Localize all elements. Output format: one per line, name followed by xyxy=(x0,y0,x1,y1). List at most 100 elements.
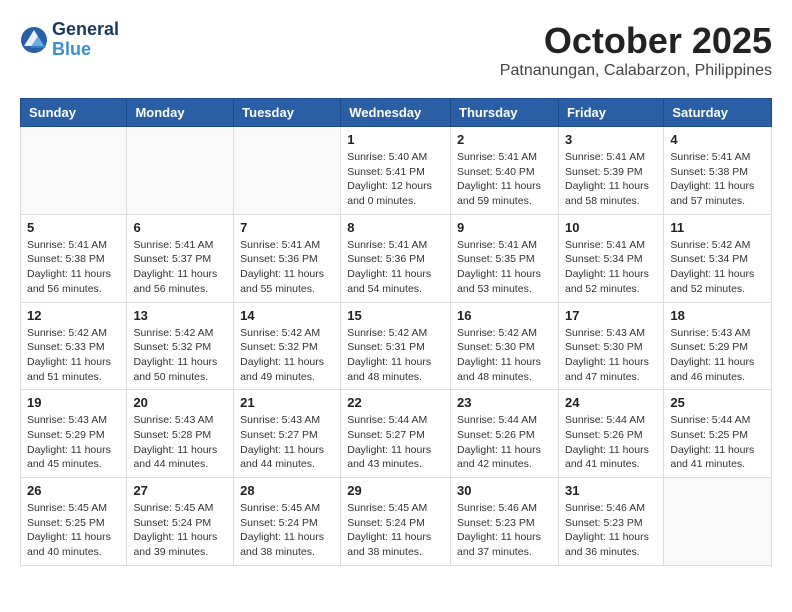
day-number: 20 xyxy=(133,395,227,410)
day-info: Sunrise: 5:41 AM Sunset: 5:40 PM Dayligh… xyxy=(457,150,552,209)
logo-line2: Blue xyxy=(52,40,119,60)
calendar-cell: 1 Sunrise: 5:40 AM Sunset: 5:41 PM Daylig… xyxy=(341,127,451,215)
day-number: 31 xyxy=(565,483,657,498)
calendar: SundayMondayTuesdayWednesdayThursdayFrid… xyxy=(20,98,772,566)
day-number: 2 xyxy=(457,132,552,147)
day-info: Sunrise: 5:45 AM Sunset: 5:24 PM Dayligh… xyxy=(133,501,227,560)
day-number: 11 xyxy=(670,220,765,235)
calendar-cell xyxy=(664,478,772,566)
calendar-cell: 13Sunrise: 5:42 AM Sunset: 5:32 PM Dayli… xyxy=(127,302,234,390)
logo-line1: General xyxy=(52,20,119,40)
day-info: Sunrise: 5:44 AM Sunset: 5:26 PM Dayligh… xyxy=(565,413,657,472)
day-info: Sunrise: 5:43 AM Sunset: 5:30 PM Dayligh… xyxy=(565,326,657,385)
calendar-cell: 5 Sunrise: 5:41 AM Sunset: 5:38 PM Daylig… xyxy=(21,214,127,302)
day-number: 27 xyxy=(133,483,227,498)
day-number: 29 xyxy=(347,483,444,498)
day-number: 25 xyxy=(670,395,765,410)
day-info: Sunrise: 5:46 AM Sunset: 5:23 PM Dayligh… xyxy=(457,501,552,560)
weekday-header-tuesday: Tuesday xyxy=(234,99,341,127)
day-info: Sunrise: 5:41 AM Sunset: 5:38 PM Dayligh… xyxy=(27,238,120,297)
calendar-cell: 12 Sunrise: 5:42 AM Sunset: 5:33 PM Dayli… xyxy=(21,302,127,390)
calendar-cell: 19 Sunrise: 5:43 AM Sunset: 5:29 PM Dayli… xyxy=(21,390,127,478)
weekday-header-sunday: Sunday xyxy=(21,99,127,127)
day-number: 12 xyxy=(27,308,120,323)
day-info: Sunrise: 5:41 AM Sunset: 5:38 PM Dayligh… xyxy=(670,150,765,209)
weekday-header-wednesday: Wednesday xyxy=(341,99,451,127)
day-info: Sunrise: 5:45 AM Sunset: 5:24 PM Dayligh… xyxy=(240,501,334,560)
calendar-cell: 27 Sunrise: 5:45 AM Sunset: 5:24 PM Dayli… xyxy=(127,478,234,566)
calendar-cell: 24 Sunrise: 5:44 AM Sunset: 5:26 PM Dayli… xyxy=(558,390,663,478)
day-info: Sunrise: 5:44 AM Sunset: 5:26 PM Dayligh… xyxy=(457,413,552,472)
calendar-cell: 22Sunrise: 5:44 AM Sunset: 5:27 PM Dayli… xyxy=(341,390,451,478)
day-number: 23 xyxy=(457,395,552,410)
month-title: October 2025 xyxy=(500,20,772,62)
weekday-header-monday: Monday xyxy=(127,99,234,127)
calendar-cell: 21Sunrise: 5:43 AM Sunset: 5:27 PM Dayli… xyxy=(234,390,341,478)
calendar-cell: 26Sunrise: 5:45 AM Sunset: 5:25 PM Dayli… xyxy=(21,478,127,566)
day-info: Sunrise: 5:42 AM Sunset: 5:34 PM Dayligh… xyxy=(670,238,765,297)
week-row-5: 26Sunrise: 5:45 AM Sunset: 5:25 PM Dayli… xyxy=(21,478,772,566)
calendar-cell: 29Sunrise: 5:45 AM Sunset: 5:24 PM Dayli… xyxy=(341,478,451,566)
day-info: Sunrise: 5:42 AM Sunset: 5:32 PM Dayligh… xyxy=(240,326,334,385)
calendar-cell: 7Sunrise: 5:41 AM Sunset: 5:36 PM Daylig… xyxy=(234,214,341,302)
day-info: Sunrise: 5:42 AM Sunset: 5:31 PM Dayligh… xyxy=(347,326,444,385)
calendar-cell: 6 Sunrise: 5:41 AM Sunset: 5:37 PM Daylig… xyxy=(127,214,234,302)
title-section: October 2025 Patnanungan, Calabarzon, Ph… xyxy=(500,20,772,80)
calendar-cell: 16Sunrise: 5:42 AM Sunset: 5:30 PM Dayli… xyxy=(451,302,559,390)
day-info: Sunrise: 5:40 AM Sunset: 5:41 PM Dayligh… xyxy=(347,150,444,209)
day-number: 16 xyxy=(457,308,552,323)
day-info: Sunrise: 5:41 AM Sunset: 5:37 PM Dayligh… xyxy=(133,238,227,297)
weekday-header-thursday: Thursday xyxy=(451,99,559,127)
day-number: 4 xyxy=(670,132,765,147)
calendar-cell xyxy=(21,127,127,215)
calendar-cell: 28 Sunrise: 5:45 AM Sunset: 5:24 PM Dayli… xyxy=(234,478,341,566)
day-info: Sunrise: 5:46 AM Sunset: 5:23 PM Dayligh… xyxy=(565,501,657,560)
day-info: Sunrise: 5:41 AM Sunset: 5:35 PM Dayligh… xyxy=(457,238,552,297)
calendar-cell: 17 Sunrise: 5:43 AM Sunset: 5:30 PM Dayli… xyxy=(558,302,663,390)
logo: General Blue xyxy=(20,20,119,60)
day-info: Sunrise: 5:43 AM Sunset: 5:29 PM Dayligh… xyxy=(27,413,120,472)
day-number: 3 xyxy=(565,132,657,147)
weekday-header-friday: Friday xyxy=(558,99,663,127)
day-number: 6 xyxy=(133,220,227,235)
day-info: Sunrise: 5:43 AM Sunset: 5:29 PM Dayligh… xyxy=(670,326,765,385)
day-number: 28 xyxy=(240,483,334,498)
day-number: 17 xyxy=(565,308,657,323)
calendar-cell: 25 Sunrise: 5:44 AM Sunset: 5:25 PM Dayli… xyxy=(664,390,772,478)
day-info: Sunrise: 5:44 AM Sunset: 5:25 PM Dayligh… xyxy=(670,413,765,472)
day-info: Sunrise: 5:41 AM Sunset: 5:36 PM Dayligh… xyxy=(240,238,334,297)
location-title: Patnanungan, Calabarzon, Philippines xyxy=(500,62,772,80)
day-info: Sunrise: 5:41 AM Sunset: 5:39 PM Dayligh… xyxy=(565,150,657,209)
calendar-cell xyxy=(234,127,341,215)
calendar-cell: 9 Sunrise: 5:41 AM Sunset: 5:35 PM Daylig… xyxy=(451,214,559,302)
day-number: 22 xyxy=(347,395,444,410)
day-info: Sunrise: 5:41 AM Sunset: 5:36 PM Dayligh… xyxy=(347,238,444,297)
calendar-cell: 20 Sunrise: 5:43 AM Sunset: 5:28 PM Dayli… xyxy=(127,390,234,478)
calendar-cell xyxy=(127,127,234,215)
day-info: Sunrise: 5:43 AM Sunset: 5:27 PM Dayligh… xyxy=(240,413,334,472)
calendar-cell: 11 Sunrise: 5:42 AM Sunset: 5:34 PM Dayli… xyxy=(664,214,772,302)
logo-icon xyxy=(20,26,48,54)
calendar-cell: 8 Sunrise: 5:41 AM Sunset: 5:36 PM Daylig… xyxy=(341,214,451,302)
calendar-cell: 18 Sunrise: 5:43 AM Sunset: 5:29 PM Dayli… xyxy=(664,302,772,390)
day-number: 18 xyxy=(670,308,765,323)
calendar-cell: 4 Sunrise: 5:41 AM Sunset: 5:38 PM Daylig… xyxy=(664,127,772,215)
day-number: 5 xyxy=(27,220,120,235)
day-number: 19 xyxy=(27,395,120,410)
calendar-cell: 30Sunrise: 5:46 AM Sunset: 5:23 PM Dayli… xyxy=(451,478,559,566)
day-number: 8 xyxy=(347,220,444,235)
calendar-cell: 15 Sunrise: 5:42 AM Sunset: 5:31 PM Dayli… xyxy=(341,302,451,390)
week-row-4: 19 Sunrise: 5:43 AM Sunset: 5:29 PM Dayli… xyxy=(21,390,772,478)
day-info: Sunrise: 5:43 AM Sunset: 5:28 PM Dayligh… xyxy=(133,413,227,472)
day-info: Sunrise: 5:41 AM Sunset: 5:34 PM Dayligh… xyxy=(565,238,657,297)
week-row-1: 1 Sunrise: 5:40 AM Sunset: 5:41 PM Daylig… xyxy=(21,127,772,215)
day-number: 15 xyxy=(347,308,444,323)
day-number: 1 xyxy=(347,132,444,147)
weekday-header-row: SundayMondayTuesdayWednesdayThursdayFrid… xyxy=(21,99,772,127)
day-info: Sunrise: 5:42 AM Sunset: 5:33 PM Dayligh… xyxy=(27,326,120,385)
week-row-3: 12 Sunrise: 5:42 AM Sunset: 5:33 PM Dayli… xyxy=(21,302,772,390)
day-info: Sunrise: 5:45 AM Sunset: 5:25 PM Dayligh… xyxy=(27,501,120,560)
day-number: 9 xyxy=(457,220,552,235)
day-number: 24 xyxy=(565,395,657,410)
day-number: 14 xyxy=(240,308,334,323)
